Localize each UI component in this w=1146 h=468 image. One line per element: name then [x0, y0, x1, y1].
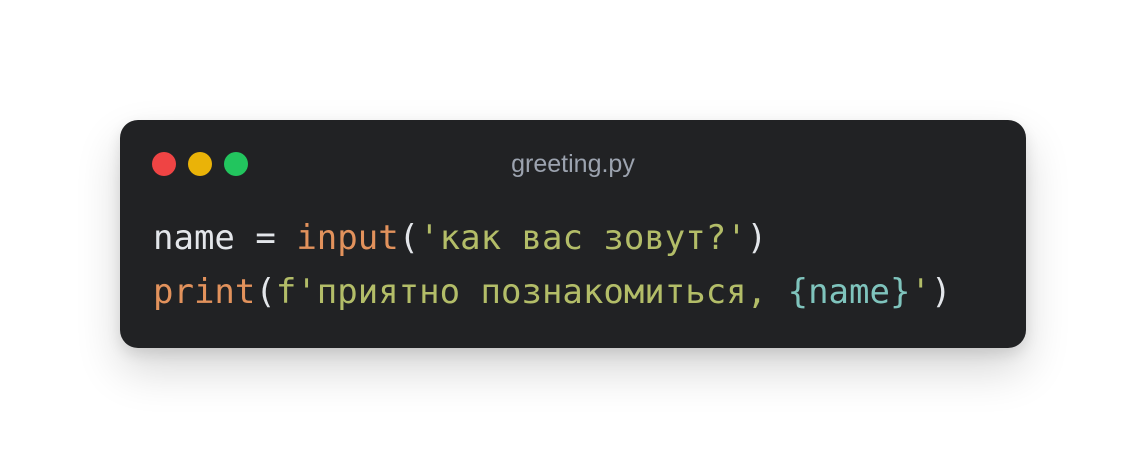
prompt-string: 'как вас зовут?'	[419, 218, 747, 258]
input-function: input	[296, 218, 399, 258]
window-title: greeting.py	[511, 150, 635, 178]
interpolation-open-brace: {	[787, 272, 809, 312]
interpolation-close-brace: }	[889, 272, 911, 312]
close-paren: )	[746, 218, 768, 258]
open-paren: (	[255, 272, 276, 312]
interpolation-variable: name	[808, 272, 890, 312]
code-block: name = input('как вас зовут?') print(f'п…	[153, 211, 951, 319]
fstring-suffix: '	[910, 272, 931, 312]
print-function: print	[153, 272, 256, 312]
code-window: greeting.py name = input('как вас зовут?…	[120, 120, 1026, 348]
close-paren: )	[930, 272, 952, 312]
fstring-prefix: f'приятно познакомиться,	[275, 272, 788, 312]
assign-operator: =	[234, 218, 297, 258]
code-line-1: name = input('как вас зовут?')	[153, 218, 767, 258]
code-line-2: print(f'приятно познакомиться, {name}')	[153, 272, 951, 312]
variable-name: name	[153, 218, 235, 258]
open-paren: (	[398, 218, 420, 258]
